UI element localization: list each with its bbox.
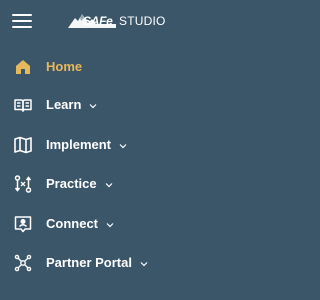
chevron-down-icon bbox=[106, 216, 114, 232]
chevron-down-icon bbox=[140, 255, 148, 271]
chevron-down-icon bbox=[89, 97, 97, 113]
nav-item-label: Connect bbox=[46, 215, 98, 231]
side-navigation: SAFe STUDIO Home Learn Implement Practic… bbox=[0, 0, 211, 300]
nav-item-label-wrap: Implement bbox=[46, 137, 127, 154]
nav-item-label: Practice bbox=[46, 175, 97, 191]
nav-item-label: Implement bbox=[46, 136, 112, 152]
nav-item-label: Home bbox=[46, 59, 83, 74]
logo-brand-text: SAFe bbox=[83, 14, 113, 28]
nav-item-label: Learn bbox=[46, 96, 82, 112]
mountain-logo-icon: SAFe bbox=[68, 12, 116, 30]
nav-item-partner-portal[interactable]: Partner Portal bbox=[0, 248, 211, 278]
nav-item-connect[interactable]: Connect bbox=[0, 209, 211, 239]
nav-item-learn[interactable]: Learn bbox=[0, 90, 211, 120]
chevron-down-icon bbox=[105, 176, 113, 192]
nav-item-label-wrap: Practice bbox=[46, 176, 113, 193]
nav-header: SAFe STUDIO bbox=[0, 0, 211, 44]
nav-item-implement[interactable]: Implement bbox=[0, 130, 211, 160]
network-hub-icon bbox=[12, 252, 34, 274]
nav-item-practice[interactable]: Practice bbox=[0, 169, 211, 199]
home-icon bbox=[12, 56, 34, 78]
logo-product-text: STUDIO bbox=[119, 14, 166, 28]
nav-item-label: Partner Portal bbox=[46, 254, 132, 270]
nav-item-label-wrap: Partner Portal bbox=[46, 255, 148, 272]
nav-item-label-wrap: Connect bbox=[46, 216, 114, 233]
hamburger-menu-icon[interactable] bbox=[12, 13, 32, 29]
flow-connection-icon bbox=[12, 173, 34, 195]
contact-card-icon bbox=[12, 213, 34, 235]
nav-item-label-wrap: Learn bbox=[46, 97, 97, 114]
chevron-down-icon bbox=[119, 137, 127, 153]
nav-item-home[interactable]: Home bbox=[0, 52, 211, 82]
map-icon bbox=[12, 134, 34, 156]
safe-studio-logo[interactable]: SAFe STUDIO bbox=[68, 10, 166, 32]
open-book-icon bbox=[12, 94, 34, 116]
